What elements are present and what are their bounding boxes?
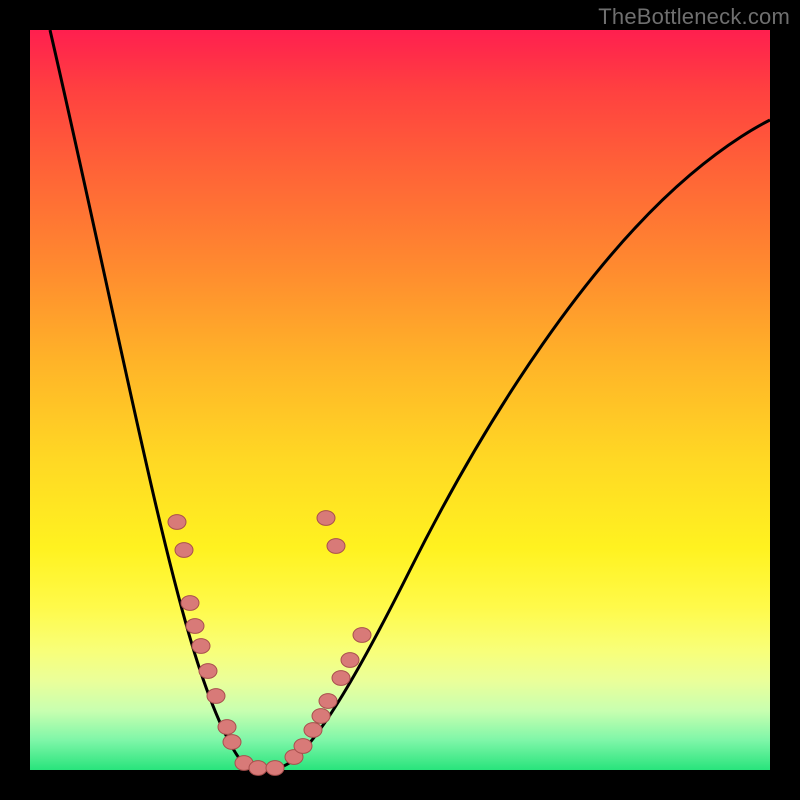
chart-area — [30, 30, 770, 770]
data-dot — [312, 709, 330, 724]
data-dot — [327, 539, 345, 554]
data-dot — [353, 628, 371, 643]
data-dot — [266, 761, 284, 776]
data-dot — [319, 694, 337, 709]
data-dot — [223, 735, 241, 750]
watermark-text: TheBottleneck.com — [598, 4, 790, 30]
data-dot — [175, 543, 193, 558]
data-dot — [186, 619, 204, 634]
data-dot — [192, 639, 210, 654]
data-dot — [207, 689, 225, 704]
data-dot — [332, 671, 350, 686]
data-dot — [168, 515, 186, 530]
potential-curve — [50, 30, 770, 770]
data-dot — [317, 511, 335, 526]
data-dot — [341, 653, 359, 668]
data-dot — [294, 739, 312, 754]
data-dot — [181, 596, 199, 611]
data-dot — [304, 723, 322, 738]
data-dot — [218, 720, 236, 735]
dot-layer — [168, 511, 371, 776]
data-dot — [199, 664, 217, 679]
chart-svg — [30, 30, 770, 770]
data-dot — [249, 761, 267, 776]
